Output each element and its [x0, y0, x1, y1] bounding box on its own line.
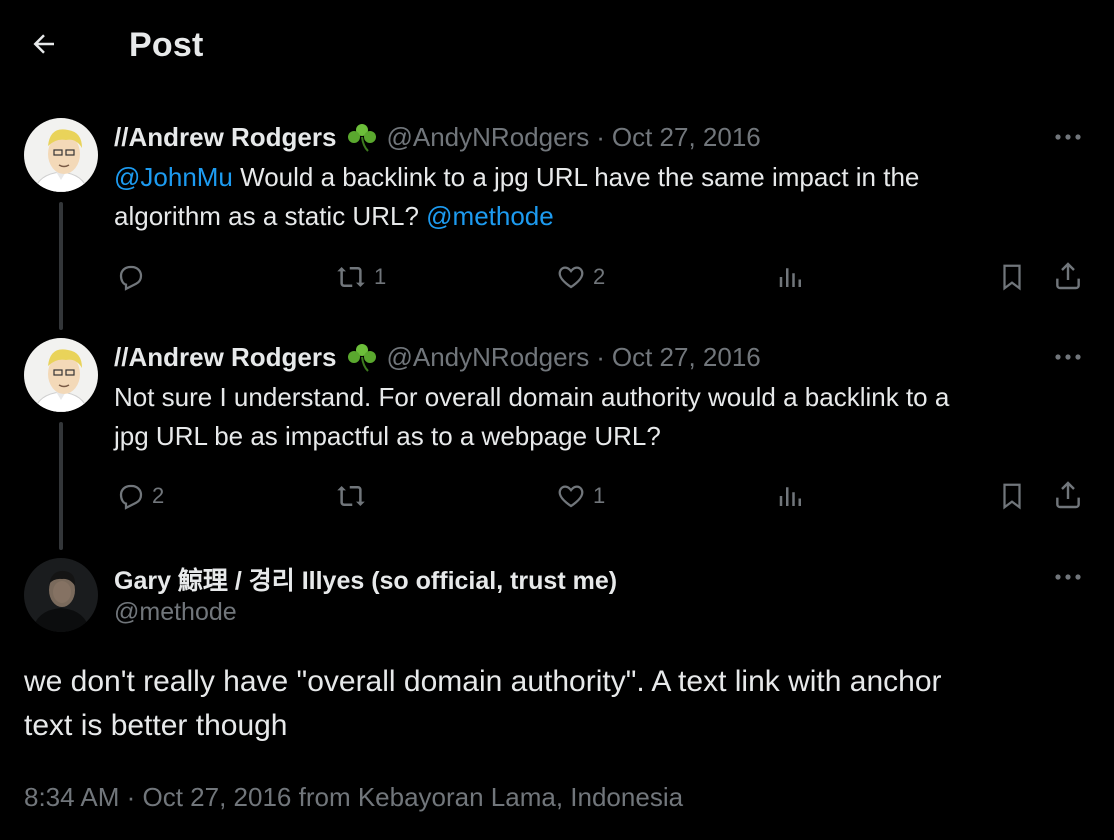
bookmark-button[interactable]: [997, 262, 1027, 292]
author-handle[interactable]: @AndyNRodgers: [386, 122, 589, 153]
repost-icon: [337, 486, 365, 506]
reply-button[interactable]: 2: [116, 481, 164, 511]
separator: ·: [596, 341, 605, 372]
author-handle[interactable]: @AndyNRodgers: [386, 342, 589, 373]
heart-icon: [558, 485, 584, 508]
author-name[interactable]: Gary 鯨理 / 경리 Illyes (so official, trust …: [114, 561, 617, 597]
more-options-button[interactable]: [1048, 562, 1088, 592]
post-timestamp[interactable]: 8:34 AM · Oct 27, 2016 from Kebayoran La…: [24, 782, 683, 813]
post-date[interactable]: Oct 27, 2016: [612, 122, 761, 153]
repost-button[interactable]: [334, 481, 374, 511]
repost-button[interactable]: 1: [334, 262, 386, 292]
reply-button[interactable]: [116, 262, 152, 292]
more-options-button[interactable]: [1048, 342, 1088, 372]
separator: ·: [596, 121, 605, 152]
thread-line: [59, 422, 63, 550]
views-button[interactable]: [776, 481, 812, 511]
bookmark-icon: [1003, 264, 1021, 291]
like-button[interactable]: 2: [555, 262, 605, 292]
share-icon: [1056, 262, 1080, 290]
more-horizontal-icon: [1055, 134, 1081, 140]
mention-link[interactable]: @JohnMu: [114, 162, 233, 192]
page-title: Post: [129, 26, 204, 64]
mention-link[interactable]: @methode: [426, 201, 554, 231]
avatar[interactable]: [24, 338, 98, 412]
analytics-icon: [779, 487, 801, 506]
shamrock-icon: [346, 342, 378, 372]
analytics-icon: [779, 268, 801, 287]
repost-icon: [337, 267, 365, 287]
like-button[interactable]: 1: [555, 481, 605, 511]
tweet-header: //Andrew Rodgers @AndyNRodgers · Oct 27,…: [114, 120, 761, 154]
post-text: we don't really have "overall domain aut…: [24, 665, 942, 742]
tweet-header: //Andrew Rodgers @AndyNRodgers · Oct 27,…: [114, 340, 761, 374]
shamrock-icon: [346, 122, 378, 152]
more-options-button[interactable]: [1048, 122, 1088, 152]
heart-icon: [558, 266, 584, 289]
thread-line: [59, 202, 63, 330]
arrow-left-icon: [33, 34, 54, 54]
author-handle[interactable]: @methode: [114, 598, 237, 627]
share-button[interactable]: [1052, 260, 1084, 292]
post-date[interactable]: Oct 27, 2016: [612, 342, 761, 373]
tweet-text: @JohnMu Would a backlink to a jpg URL ha…: [114, 162, 920, 231]
avatar[interactable]: [24, 118, 98, 192]
reply-icon: [119, 484, 143, 510]
reply-icon: [119, 265, 143, 291]
back-button[interactable]: [24, 24, 64, 64]
tweet-text: Not sure I understand. For overall domai…: [114, 382, 950, 451]
share-icon: [1056, 481, 1080, 509]
bookmark-button[interactable]: [997, 481, 1027, 511]
author-name[interactable]: //Andrew Rodgers: [114, 122, 336, 153]
more-horizontal-icon: [1055, 574, 1081, 580]
bookmark-icon: [1003, 483, 1021, 510]
views-button[interactable]: [776, 262, 812, 292]
avatar[interactable]: [24, 558, 98, 632]
author-name[interactable]: //Andrew Rodgers: [114, 342, 336, 373]
more-horizontal-icon: [1055, 354, 1081, 360]
share-button[interactable]: [1052, 479, 1084, 511]
